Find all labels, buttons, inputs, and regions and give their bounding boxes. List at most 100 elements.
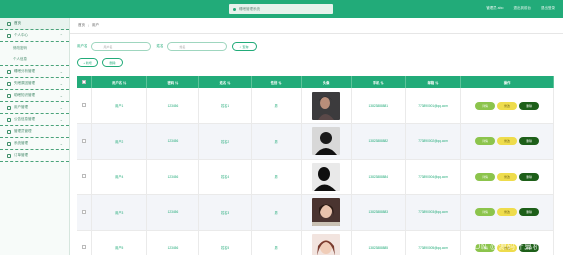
add-button[interactable]: + 新增: [77, 58, 98, 67]
row-checkbox[interactable]: [82, 103, 87, 107]
chevron-down-icon: ⌄: [59, 141, 63, 146]
sort-icon[interactable]: ⇅: [122, 81, 126, 85]
gear-icon: [7, 141, 11, 146]
sort-icon[interactable]: ⇅: [434, 81, 438, 85]
chevron-down-icon: ⌄: [59, 69, 63, 74]
avatar: [312, 127, 341, 156]
header-actions: 操作: [460, 76, 554, 88]
sort-icon[interactable]: ⇅: [226, 81, 230, 85]
sidebar-item-admin[interactable]: 管理员管理: [0, 126, 69, 138]
name-search-input[interactable]: 姓名: [166, 42, 227, 51]
chart-icon: [7, 69, 11, 74]
detail-button[interactable]: 详情: [475, 137, 496, 146]
breadcrumb-home[interactable]: 首页: [78, 23, 85, 28]
sidebar-subitem-profile[interactable]: 个人信息: [0, 54, 69, 66]
edit-button[interactable]: 修改: [497, 172, 518, 181]
detail-button[interactable]: 详情: [475, 208, 496, 217]
cell-password: 123456: [146, 194, 200, 231]
sidebar-item-orders[interactable]: 订单管理: [0, 150, 69, 162]
select-all-checkbox[interactable]: [82, 79, 87, 84]
edit-button[interactable]: 修改: [497, 101, 518, 110]
search-button[interactable]: ⌕ 查询: [231, 42, 257, 51]
logout-link[interactable]: 退出登录: [541, 6, 555, 11]
edit-button[interactable]: 修改: [497, 208, 518, 217]
cell-username: 用户5: [91, 230, 148, 255]
search-icon: ⌕: [239, 44, 242, 49]
front-link[interactable]: 退出到前台: [514, 6, 532, 11]
header-name[interactable]: 姓名 ⇅: [198, 76, 252, 88]
sidebar-item-notice[interactable]: 公告信息管理 ⌄: [0, 114, 69, 126]
detail-button[interactable]: 详情: [475, 101, 496, 110]
avatar: [312, 162, 341, 191]
avatar: [312, 233, 341, 255]
header-gender[interactable]: 性别 ⇅: [251, 76, 302, 88]
table-header-row: 用户名 ⇅ 密码 ⇅ 姓名 ⇅ 性别 ⇅ 头像 手机 ⇅ 邮箱 ⇅ 操作: [77, 76, 554, 88]
cell-name: 姓名5: [198, 230, 252, 255]
cell-username: 用户3: [91, 194, 148, 231]
sidebar-item-label: 用户管理: [14, 105, 28, 109]
sidebar-item-label: 助眠知识管理: [14, 93, 35, 97]
header-select[interactable]: [77, 76, 93, 88]
cell-username: 用户1: [91, 88, 148, 124]
detail-button[interactable]: 详情: [475, 172, 496, 181]
row-checkbox[interactable]: [82, 174, 87, 179]
row-checkbox[interactable]: [82, 245, 87, 250]
delete-button[interactable]: 删除: [519, 172, 540, 181]
sidebar-item-home[interactable]: 首页: [0, 18, 69, 30]
chevron-down-icon: ⌄: [59, 81, 63, 86]
admin-icon: [7, 129, 11, 134]
delete-button[interactable]: 删除: [519, 101, 540, 110]
cell-email: 773890002@qq.com: [405, 123, 462, 160]
system-title-box: 睡眠管理系统: [229, 4, 333, 14]
sidebar-item-personal[interactable]: 个人中心 ⌃: [0, 30, 69, 42]
top-links: 管理员 abo 退出到前台 退出登录: [486, 6, 555, 11]
sidebar-subitem-password[interactable]: 修改密码: [0, 42, 69, 54]
header-email[interactable]: 邮箱 ⇅: [405, 76, 462, 88]
header-phone[interactable]: 手机 ⇅: [351, 76, 406, 88]
sidebar-item-label: 管理员管理: [14, 129, 32, 133]
user-label: 管理员 abo: [486, 6, 504, 10]
header-username[interactable]: 用户名 ⇅: [91, 76, 148, 88]
cell-gender: 男: [251, 123, 302, 160]
sidebar: 首页 个人中心 ⌃ 修改密码 个人信息 睡眠分析管理 ⌄ 失眠原因管理 ⌄ 助眠…: [0, 18, 70, 255]
row-checkbox[interactable]: [82, 138, 87, 143]
cell-email: 773890001@qq.com: [405, 88, 462, 124]
chevron-up-icon: ⌃: [59, 33, 63, 38]
cell-email: 773890005@qq.com: [405, 230, 462, 255]
sidebar-item-insomnia[interactable]: 失眠原因管理 ⌄: [0, 78, 69, 90]
sidebar-item-label: 个人中心: [14, 33, 28, 37]
username-search-input[interactable]: 用户名: [90, 42, 151, 51]
cell-username: 用户4: [91, 159, 148, 195]
breadcrumb-separator: /: [88, 23, 89, 28]
row-checkbox[interactable]: [82, 209, 87, 214]
delete-button[interactable]: 删除: [519, 208, 540, 217]
edit-button[interactable]: 修改: [497, 137, 518, 146]
sidebar-item-sleep[interactable]: 睡眠分析管理 ⌄: [0, 66, 69, 78]
delete-button[interactable]: 删除: [519, 137, 540, 146]
sidebar-item-label: 公告信息管理: [14, 117, 35, 121]
chevron-down-icon: ⌄: [59, 105, 63, 110]
bell-icon: [7, 117, 11, 122]
sidebar-item-system[interactable]: 系统管理 ⌄: [0, 138, 69, 150]
top-bar: 睡眠管理系统 管理员 abo 退出到前台 退出登录: [0, 0, 563, 18]
table-row: 用户3 123456 姓名3 男 13823888883 773890003@q…: [77, 194, 554, 231]
cell-gender: 男: [251, 194, 302, 231]
chevron-down-icon: ⌄: [59, 93, 63, 98]
home-icon: [7, 21, 11, 26]
sidebar-item-label: 首页: [14, 21, 21, 25]
sort-icon[interactable]: ⇅: [379, 81, 383, 85]
sidebar-item-label: 睡眠分析管理: [14, 69, 35, 73]
bulk-delete-button[interactable]: 删除: [102, 58, 123, 67]
system-title: 睡眠管理系统: [239, 6, 260, 11]
sidebar-item-users[interactable]: 用户管理 ⌄: [0, 102, 69, 114]
cell-phone: 13823888882: [351, 123, 406, 160]
table-row: 用户1 123456 姓名1 男 13823888881 773890001@q…: [77, 88, 554, 124]
sort-icon[interactable]: ⇅: [174, 81, 178, 85]
cell-gender: 男: [251, 230, 302, 255]
users-table: 用户名 ⇅ 密码 ⇅ 姓名 ⇅ 性别 ⇅ 头像 手机 ⇅ 邮箱 ⇅ 操作 用户1…: [77, 76, 554, 255]
header-password[interactable]: 密码 ⇅: [146, 76, 200, 88]
table-row: 用户2 123456 姓名2 男 13823888882 773890002@q…: [77, 123, 554, 160]
sidebar-item-knowledge[interactable]: 助眠知识管理 ⌄: [0, 90, 69, 102]
sort-icon[interactable]: ⇅: [277, 81, 281, 85]
logo-dot-icon: [233, 7, 236, 11]
